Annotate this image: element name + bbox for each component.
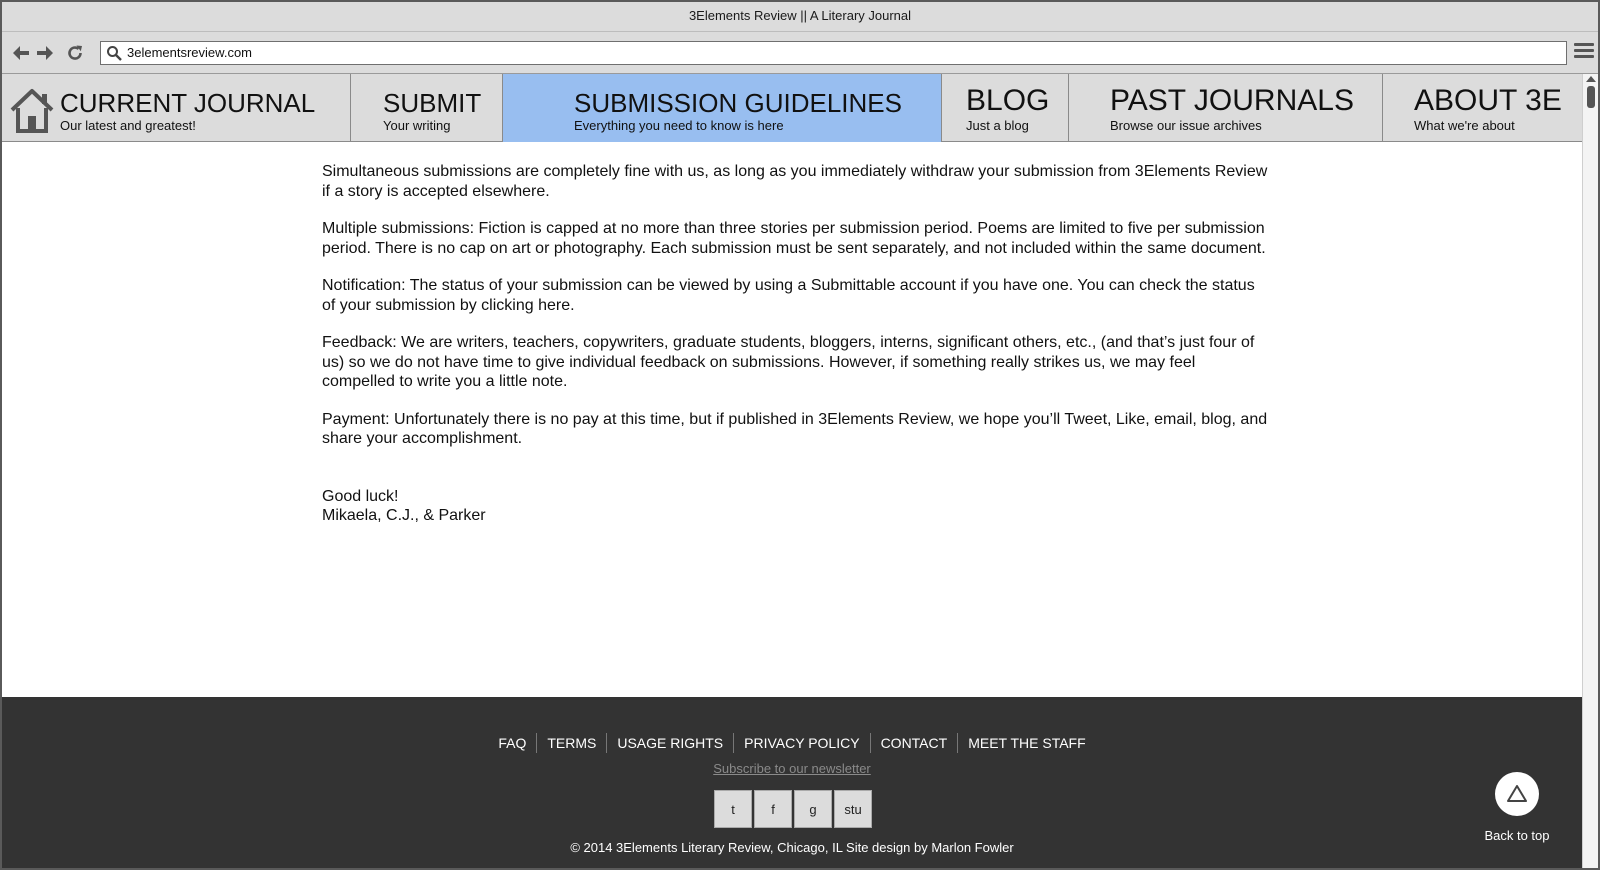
paragraph-notification: Notification: The status of your submiss… — [322, 277, 1255, 314]
nav-title: SUBMISSION GUIDELINES — [574, 88, 902, 118]
nav-title: BLOG — [966, 84, 1050, 117]
facebook-button[interactable]: f — [754, 790, 792, 828]
nav-subtitle: Everything you need to know is here — [574, 118, 784, 133]
nav-item-current-journal[interactable]: CURRENT JOURNAL Our latest and greatest! — [2, 74, 351, 142]
signature-text: Mikaela, C.J., & Parker — [322, 507, 486, 524]
nav-item-blog[interactable]: BLOG Just a blog — [942, 74, 1069, 142]
paragraph-multiple: Multiple submissions: Fiction is capped … — [322, 220, 1266, 257]
guidelines-content: Simultaneous submissions are completely … — [322, 162, 1272, 526]
paragraph-payment: Payment: Unfortunately there is no pay a… — [322, 410, 1268, 448]
footer-link-faq[interactable]: FAQ — [488, 733, 536, 753]
copyright-text: © 2014 3Elements Literary Review, Chicag… — [570, 840, 1014, 855]
paragraph-feedback: Feedback: We are writers, teachers, copy… — [322, 334, 1255, 390]
paragraph-simultaneous: Simultaneous submissions are completely … — [322, 163, 1268, 200]
nav-subtitle: Just a blog — [966, 118, 1029, 133]
footer-link-usage-rights[interactable]: USAGE RIGHTS — [606, 733, 733, 753]
nav-subtitle: What we're about — [1414, 118, 1515, 133]
back-to-top-button[interactable]: Back to top — [1482, 772, 1552, 843]
reload-icon[interactable] — [64, 42, 86, 64]
window-title: 3Elements Review || A Literary Journal — [2, 2, 1598, 32]
nav-item-submission-guidelines[interactable]: SUBMISSION GUIDELINES Everything you nee… — [503, 74, 942, 142]
nav-item-submit[interactable]: SUBMIT Your writing — [351, 74, 503, 142]
footer-link-meet-the-staff[interactable]: MEET THE STAFF — [957, 733, 1095, 753]
nav-item-past-journals[interactable]: PAST JOURNALS Browse our issue archives — [1069, 74, 1383, 142]
browser-window: 3Elements Review || A Literary Journal 3… — [0, 0, 1600, 870]
nav-item-about[interactable]: ABOUT 3E What we're about — [1383, 74, 1582, 142]
nav-title: ABOUT 3E — [1414, 84, 1562, 117]
newsletter-row: Subscribe to our newsletter — [2, 761, 1582, 776]
footer-link-contact[interactable]: CONTACT — [869, 733, 958, 753]
social-buttons: t f g stu — [714, 790, 872, 828]
google-button[interactable]: g — [794, 790, 832, 828]
browser-toolbar: 3elementsreview.com — [2, 32, 1598, 74]
nav-subtitle: Our latest and greatest! — [60, 118, 196, 133]
nav-title: PAST JOURNALS — [1110, 84, 1354, 117]
search-icon — [106, 45, 122, 66]
vertical-scrollbar[interactable] — [1582, 74, 1598, 868]
twitter-button[interactable]: t — [714, 790, 752, 828]
nav-title: SUBMIT — [383, 88, 482, 118]
main-nav: CURRENT JOURNAL Our latest and greatest!… — [2, 74, 1582, 142]
closing-text: Good luck! — [322, 487, 399, 505]
footer-link-privacy-policy[interactable]: PRIVACY POLICY — [733, 733, 869, 753]
stumbleupon-button[interactable]: stu — [834, 790, 872, 828]
scrollbar-thumb[interactable] — [1587, 86, 1595, 108]
menu-icon[interactable] — [1574, 43, 1594, 63]
newsletter-link[interactable]: Subscribe to our newsletter — [713, 761, 871, 776]
address-bar[interactable]: 3elementsreview.com — [100, 41, 1567, 65]
nav-subtitle: Your writing — [383, 118, 451, 133]
scroll-up-icon[interactable] — [1586, 76, 1596, 82]
forward-arrow-icon[interactable] — [34, 42, 56, 64]
nav-title: CURRENT JOURNAL — [60, 88, 316, 118]
back-arrow-icon[interactable] — [10, 42, 32, 64]
nav-subtitle: Browse our issue archives — [1110, 118, 1262, 133]
up-triangle-icon — [1495, 772, 1539, 816]
home-icon — [8, 86, 56, 139]
footer: FAQ TERMS USAGE RIGHTS PRIVACY POLICY CONTAC… — [2, 697, 1582, 868]
footer-links: FAQ TERMS USAGE RIGHTS PRIVACY POLICY CONTAC… — [2, 733, 1582, 753]
back-to-top-label: Back to top — [1484, 828, 1550, 843]
url-text: 3elementsreview.com — [127, 45, 252, 60]
footer-link-terms[interactable]: TERMS — [536, 733, 606, 753]
